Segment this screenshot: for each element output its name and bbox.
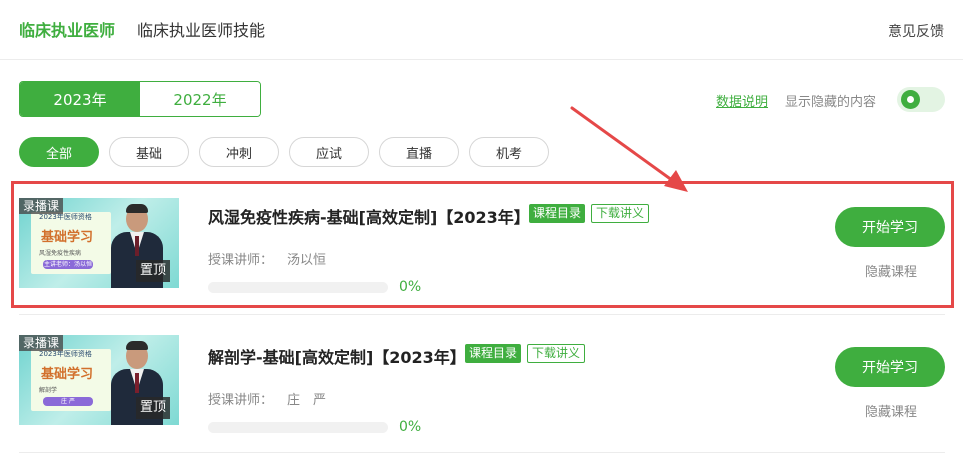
thumbnail-teacher: 主讲老师：汤以恒 <box>43 260 93 269</box>
teacher-tie <box>135 373 139 393</box>
thumbnail-teacher: 庄 严 <box>43 397 93 406</box>
hide-course-link[interactable]: 隐藏课程 <box>865 261 917 280</box>
year-switch: 2023年 2022年 <box>19 81 261 117</box>
thumbnail-title: 基础学习 <box>41 230 94 245</box>
filter-basic[interactable]: 基础 <box>109 137 189 167</box>
pin-badge: 置顶 <box>136 397 171 419</box>
thumbnail-subject: 解剖学 <box>39 387 58 394</box>
tab-clinical-physician-skills[interactable]: 临床执业医师技能 <box>137 20 265 42</box>
progress-bar <box>208 282 388 293</box>
catalog-tag[interactable]: 课程目录 <box>529 204 586 223</box>
teacher-info: 授课讲师： 庄 严 <box>208 389 326 408</box>
progress-percent: 0% <box>399 279 422 295</box>
course-title[interactable]: 解剖学-基础[高效定制]【2023年】 <box>208 344 466 368</box>
show-hidden-toggle[interactable] <box>897 87 945 112</box>
teacher-hair <box>126 341 148 350</box>
exam-type-tabs: 临床执业医师 临床执业医师技能 意见反馈 <box>0 0 963 60</box>
divider <box>19 314 945 315</box>
teacher-name: 汤以恒 <box>287 253 327 268</box>
show-hidden-label: 显示隐藏的内容 <box>785 95 877 110</box>
filter-computer-exam[interactable]: 机考 <box>469 137 549 167</box>
filter-sprint[interactable]: 冲刺 <box>199 137 279 167</box>
catalog-tag[interactable]: 课程目录 <box>465 344 522 363</box>
pin-badge: 置顶 <box>136 260 171 282</box>
start-learning-button[interactable]: 开始学习 <box>835 347 945 387</box>
download-handout-tag[interactable]: 下载讲义 <box>527 344 586 363</box>
toggle-knob <box>901 90 920 109</box>
progress-percent: 0% <box>399 419 422 435</box>
tab-clinical-physician[interactable]: 临床执业医师 <box>19 20 115 42</box>
divider <box>19 452 945 453</box>
thumbnail-subject: 风湿免疫性疾病 <box>39 250 82 257</box>
teacher-label: 授课讲师： <box>208 253 274 268</box>
teacher-tie <box>135 236 139 256</box>
teacher-hair <box>126 204 148 213</box>
course-thumbnail[interactable]: 2023年医师资格 基础学习 解剖学 庄 严 录播课 置顶 <box>19 335 179 425</box>
course-thumbnail[interactable]: 2023年医师资格 基础学习 风湿免疫性疾病 主讲老师：汤以恒 录播课 置顶 <box>19 198 179 288</box>
filter-exam[interactable]: 应试 <box>289 137 369 167</box>
filter-live[interactable]: 直播 <box>379 137 459 167</box>
data-note-link[interactable]: 数据说明 <box>716 91 768 110</box>
teacher-label: 授课讲师： <box>208 393 274 408</box>
course-title[interactable]: 风湿免疫性疾病-基础[高效定制]【2023年】 <box>208 204 530 228</box>
thumbnail-title: 基础学习 <box>41 367 94 382</box>
teacher-name: 庄 严 <box>287 393 327 408</box>
course-item: 2023年医师资格 基础学习 解剖学 庄 严 录播课 置顶 解剖学-基础[高效定… <box>19 330 945 450</box>
download-handout-tag[interactable]: 下载讲义 <box>591 204 650 223</box>
hide-course-link[interactable]: 隐藏课程 <box>865 401 917 420</box>
feedback-link[interactable]: 意见反馈 <box>888 21 944 41</box>
filter-all[interactable]: 全部 <box>19 137 99 167</box>
course-item: 2023年医师资格 基础学习 风湿免疫性疾病 主讲老师：汤以恒 录播课 置顶 风… <box>19 190 945 310</box>
filter-chips: 全部 基础 冲刺 应试 直播 机考 <box>19 137 549 167</box>
recorded-badge: 录播课 <box>19 198 64 214</box>
start-learning-button[interactable]: 开始学习 <box>835 207 945 247</box>
teacher-info: 授课讲师： 汤以恒 <box>208 249 326 268</box>
year-2023-button[interactable]: 2023年 <box>20 82 140 116</box>
progress-bar <box>208 422 388 433</box>
year-2022-button[interactable]: 2022年 <box>140 82 260 116</box>
recorded-badge: 录播课 <box>19 335 64 351</box>
